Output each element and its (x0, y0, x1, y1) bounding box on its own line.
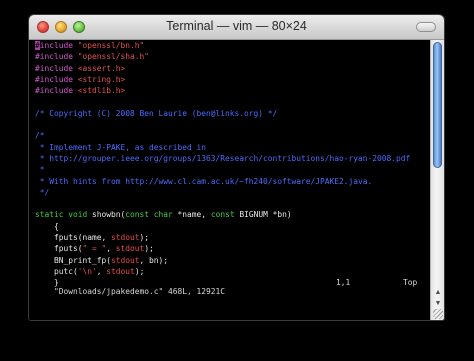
code-token: #include (35, 52, 78, 62)
code-token: BN_print_fp( (35, 255, 112, 265)
vim-status-line: "Downloads/jpakedemo.c" 468L, 12921C 1,1… (35, 278, 425, 296)
code-token: include (39, 41, 78, 50)
terminal-line: #include "openssl/bn.h" (35, 40, 430, 51)
terminal-line: * http://grouper.ieee.org/groups/1363/Re… (35, 153, 430, 164)
terminal-line: #include "openssl/sha.h" (35, 51, 430, 62)
code-token: stdout (111, 255, 140, 265)
vertical-scrollbar[interactable]: ▲ ▼ (430, 40, 444, 320)
code-token: ); (134, 266, 145, 276)
code-token: putc( (35, 266, 78, 276)
terminal-line: * (35, 164, 430, 175)
terminal-window: Terminal — vim — 80×24 #include "openssl… (29, 15, 444, 320)
scroll-down-arrow-icon[interactable]: ▼ (433, 299, 443, 309)
code-token: ); (144, 244, 154, 254)
code-token: <stdlib.h> (77, 86, 126, 96)
code-token: #include (35, 63, 78, 73)
code-token: * Implement J-PAKE, as described in (35, 142, 207, 152)
code-token: * http://grouper.ieee.org/groups/1363/Re… (35, 153, 411, 163)
title-bar[interactable]: Terminal — vim — 80×24 (29, 15, 444, 40)
terminal-line: putc('\n', stdout); (35, 266, 430, 277)
code-token: { (35, 221, 59, 231)
code-token: , (96, 266, 107, 276)
code-token: */ (35, 187, 50, 197)
terminal-line: * Implement J-PAKE, as described in (35, 142, 430, 153)
code-token: fputs( (35, 244, 83, 254)
code-token: * With hints from http://www.cl.cam.ac.u… (35, 176, 373, 186)
code-token: static void (35, 210, 88, 220)
code-token: , bn); (139, 255, 169, 265)
code-token: showbn( (87, 210, 126, 220)
terminal-line: fputs(" = ", stdout); (35, 243, 430, 254)
terminal-line: #include <stdlib.h> (35, 85, 430, 96)
terminal-line: /* Copyright (C) 2008 Ben Laurie (ben@li… (35, 108, 430, 119)
code-token: stdout (111, 233, 140, 243)
terminal-line: BN_print_fp(stdout, bn); (35, 255, 430, 266)
terminal-line: fputs(name, stdout); (35, 232, 430, 243)
code-token: <string.h> (77, 74, 126, 84)
status-file-info: "Downloads/jpakedemo.c" 468L, 12921C (54, 287, 226, 296)
resize-grip-icon[interactable] (433, 309, 443, 319)
code-token: const (210, 210, 235, 220)
terminal-line: * With hints from http://www.cl.cam.ac.u… (35, 176, 430, 187)
code-token: "openssl/bn.h" (77, 41, 145, 50)
code-token: , (106, 244, 116, 254)
scrollbar-thumb[interactable] (433, 42, 442, 168)
code-token: " = " (82, 244, 107, 254)
terminal-line: static void showbn(const char *name, con… (35, 209, 430, 220)
window-title: Terminal — vim — 80×24 (166, 19, 307, 33)
code-token: '\n' (77, 266, 97, 276)
code-token: BIGNUM *bn) (234, 210, 292, 220)
toolbar-toggle-button[interactable] (416, 22, 436, 32)
code-token: ); (139, 233, 150, 243)
code-token: #include (35, 86, 78, 96)
terminal-line: /* (35, 130, 430, 141)
code-token: "openssl/sha.h" (77, 52, 150, 62)
status-scroll-position: Top (403, 278, 418, 287)
terminal-line: { (35, 221, 430, 232)
code-token: const char (125, 210, 173, 220)
code-token: #include (35, 74, 78, 84)
code-token: <assert.h> (77, 63, 126, 73)
code-token: /* Copyright (C) 2008 Ben Laurie (ben@li… (35, 108, 278, 118)
terminal-line: #include <string.h> (35, 74, 430, 85)
code-token: stdout (106, 266, 135, 276)
code-token: /* (35, 131, 45, 141)
terminal-line: */ (35, 187, 430, 198)
code-token: * (35, 165, 45, 175)
code-token: fputs(name, (35, 233, 112, 243)
code-token: stdout (115, 244, 145, 254)
status-cursor-position: 1,1 (336, 278, 351, 287)
terminal-line: #include <assert.h> (35, 63, 430, 74)
code-token: *name, (172, 210, 211, 220)
scroll-up-arrow-icon[interactable]: ▲ (433, 288, 443, 298)
